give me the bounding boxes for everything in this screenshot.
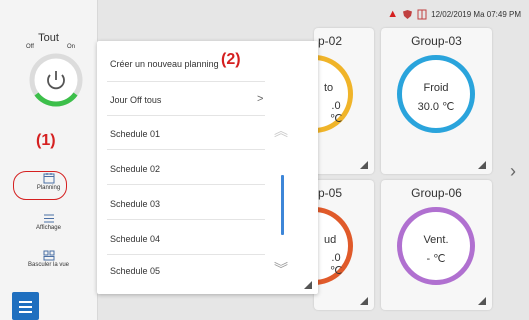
- schedule-item[interactable]: Schedule 01: [110, 129, 260, 139]
- divider: [107, 81, 265, 82]
- switch-view-icon: [43, 250, 54, 261]
- warning-triangle-icon[interactable]: ▲: [387, 8, 398, 20]
- group-name: p-05: [318, 186, 343, 200]
- list-icon: [43, 214, 54, 223]
- group-card-03[interactable]: Group-03 Froid 30.0 ℃: [381, 28, 492, 174]
- schedule-item[interactable]: Schedule 03: [110, 199, 260, 209]
- group-name: Group-03: [411, 34, 462, 48]
- group-mode: ud: [324, 234, 337, 246]
- scroll-up-chevron-icon[interactable]: ︽: [274, 121, 288, 141]
- group-mode: Froid: [423, 82, 449, 94]
- shield-icon: [403, 9, 413, 19]
- group-card-02[interactable]: p-02 to .0 ℃: [275, 28, 374, 174]
- group-mode: to: [324, 82, 334, 94]
- group-temp: 30.0 ℃: [417, 101, 455, 113]
- group-temp: .0 ℃: [329, 252, 343, 277]
- group-card-06[interactable]: Group-06 Vent. - ℃: [381, 180, 492, 310]
- schedule-item[interactable]: Schedule 04: [110, 234, 260, 244]
- group-mode: Vent.: [423, 234, 449, 246]
- nav-affichage-label: Affichage: [36, 225, 61, 231]
- schedule-item[interactable]: Schedule 02: [110, 164, 260, 174]
- corner-indicator: [360, 297, 368, 305]
- status-bar: ▲ 12/02/2019 Ma 07:49 PM: [387, 8, 521, 20]
- datetime: 12/02/2019 Ma 07:49 PM: [431, 9, 521, 19]
- corner-indicator: [360, 161, 368, 169]
- on-label: On: [67, 44, 76, 50]
- group-card-05[interactable]: p-05 ud .0 ℃: [275, 180, 374, 310]
- scrollbar[interactable]: [281, 175, 284, 235]
- next-page-chevron-icon[interactable]: ›: [510, 161, 516, 182]
- nav-basculer-vue[interactable]: Basculer la vue: [0, 250, 97, 268]
- divider: [107, 149, 265, 150]
- divider: [107, 219, 265, 220]
- device-icon: [417, 9, 427, 19]
- group-status-ring: Vent. - ℃: [397, 207, 475, 285]
- off-label: Off: [26, 44, 34, 50]
- group-temp: .0 ℃: [329, 100, 343, 125]
- group-temp: - ℃: [426, 253, 446, 265]
- divider: [107, 115, 265, 116]
- planning-highlight: [13, 171, 67, 200]
- annotation-label-1: (1): [36, 132, 56, 149]
- annotation-label-2: (2): [221, 51, 241, 68]
- sidebar: Tout Off On (1) Planning Affichage Bascu…: [0, 0, 98, 320]
- menu-button[interactable]: [12, 292, 39, 320]
- nav-basculer-vue-label: Basculer la vue: [27, 262, 70, 268]
- all-power-toggle[interactable]: [28, 52, 84, 108]
- planning-popup: Créer un nouveau planning (2) Jour Off t…: [97, 41, 318, 294]
- corner-indicator: [478, 161, 486, 169]
- divider: [107, 184, 265, 185]
- chevron-right-icon: >: [257, 93, 264, 105]
- jour-off-item[interactable]: Jour Off tous: [110, 95, 260, 105]
- group-status-ring: Froid 30.0 ℃: [397, 55, 475, 133]
- corner-indicator: [478, 297, 486, 305]
- corner-indicator: [304, 281, 312, 289]
- schedule-item[interactable]: Schedule 05: [110, 266, 260, 276]
- divider: [107, 254, 265, 255]
- group-name: p-02: [318, 34, 343, 48]
- nav-affichage[interactable]: Affichage: [0, 213, 97, 231]
- tout-label: Tout: [38, 32, 59, 44]
- scroll-down-chevron-icon[interactable]: ︾: [274, 259, 288, 279]
- group-name: Group-06: [411, 186, 462, 200]
